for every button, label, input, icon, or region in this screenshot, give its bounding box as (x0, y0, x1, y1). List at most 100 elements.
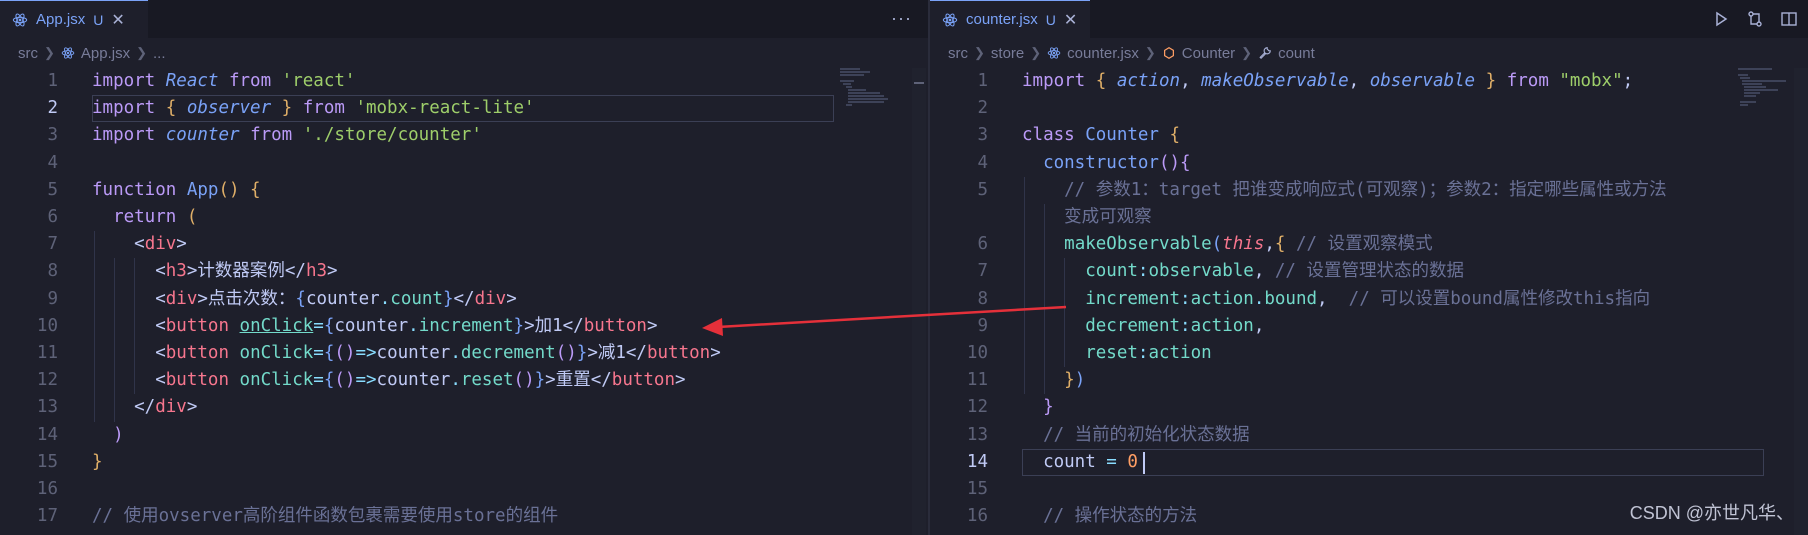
code-token: 变成可观察 (1022, 207, 1152, 227)
code-editor-right[interactable]: 1 import { action, makeObservable, observ… (930, 68, 1808, 535)
code-token: } (513, 315, 525, 336)
breadcrumb-tail[interactable]: ... (153, 45, 166, 62)
code-editor-left[interactable]: 1 import React from 'react' 2 import { obse… (0, 68, 928, 535)
code-token: button (611, 370, 675, 391)
untracked-badge: U (93, 11, 104, 28)
breadcrumb-file[interactable]: counter.jsx (1067, 45, 1139, 62)
code-token: () (555, 343, 577, 363)
minimap-left[interactable] (840, 68, 896, 128)
close-icon[interactable]: ✕ (1064, 10, 1077, 30)
code-token: makeObservable (1064, 234, 1212, 255)
indent-guide (94, 231, 95, 422)
code-token: , (1180, 71, 1202, 91)
tab-label: counter.jsx (966, 11, 1038, 28)
code-token: > (176, 234, 187, 255)
line-number: 16 (966, 506, 988, 527)
react-icon (942, 13, 958, 26)
code-text: decrement:action, (1022, 313, 1264, 340)
code-token: from (1496, 71, 1560, 91)
line-number: 2 (47, 98, 58, 119)
code-token: h3 (305, 261, 328, 282)
code-token: : (1137, 261, 1149, 282)
more-actions-icon[interactable]: ··· (891, 8, 912, 29)
code-text: // 操作状态的方法 (1022, 503, 1197, 530)
code-token: button (583, 315, 647, 336)
code-text: reset:action (1022, 340, 1211, 367)
code-token: div (144, 234, 177, 255)
code-token: () (334, 343, 356, 363)
tab-counter-jsx[interactable]: counter.jsx U ✕ (930, 0, 1090, 38)
split-editor-icon[interactable] (1780, 10, 1798, 28)
code-token: } (1043, 397, 1054, 418)
code-token: , (1317, 288, 1349, 309)
chevron-right-icon: ❯ (136, 45, 148, 60)
code-token: import (92, 71, 166, 91)
code-token: App (186, 179, 219, 200)
code-token: decrement (1085, 315, 1181, 336)
code-text: }) (1022, 367, 1085, 394)
breadcrumb-folder[interactable]: src (18, 45, 38, 62)
breadcrumb-class[interactable]: Counter (1182, 45, 1235, 62)
scrollbar-left[interactable] (912, 68, 926, 535)
code-token: './store/counter' (302, 125, 482, 146)
code-token: constructor (1043, 152, 1159, 173)
code-token: => (355, 343, 377, 363)
line-number: 13 (966, 424, 988, 445)
code-token: action (1190, 288, 1254, 309)
code-text: makeObservable(this,{ // 设置观察模式 (1022, 231, 1432, 258)
line-number: 3 (47, 125, 58, 146)
code-token: = (313, 343, 324, 363)
line-number: 11 (966, 370, 988, 391)
line-number: 12 (966, 397, 988, 418)
breadcrumb-symbol[interactable]: count (1278, 45, 1315, 62)
code-token: () (513, 370, 535, 391)
code-token: { (1274, 234, 1296, 255)
code-text: <div> (92, 231, 187, 258)
minimap-right[interactable] (1738, 68, 1794, 128)
breadcrumb-folder-store[interactable]: store (991, 45, 1024, 62)
tab-app-jsx[interactable]: App.jsx U ✕ (0, 0, 148, 38)
breadcrumb-file[interactable]: App.jsx (81, 45, 130, 62)
code-token: < (92, 288, 166, 309)
code-token: counter (376, 370, 451, 391)
code-token: } (576, 343, 588, 363)
code-token: >重置</ (545, 370, 612, 391)
code-token: increment (1085, 288, 1181, 309)
compare-changes-icon[interactable] (1746, 10, 1764, 28)
scroll-thumb[interactable] (914, 82, 924, 84)
code-token: > (327, 261, 338, 282)
code-token: () (334, 370, 356, 391)
code-text: class Counter { (1022, 122, 1180, 149)
code-token: increment (418, 315, 514, 336)
scrollbar-right[interactable] (1794, 68, 1808, 535)
close-icon[interactable]: ✕ (111, 10, 124, 30)
code-token: counter (305, 288, 380, 309)
chevron-right-icon: ❯ (44, 45, 55, 60)
code-token: div (474, 288, 507, 309)
code-token: } (92, 451, 103, 472)
line-number: 17 (36, 506, 58, 527)
line-number: 9 (977, 315, 988, 336)
line-number: 7 (47, 234, 58, 255)
line-number: 2 (977, 98, 988, 119)
line-number: 8 (977, 288, 988, 309)
code-token: // 操作状态的方法 (1022, 506, 1198, 527)
wrench-icon (1259, 47, 1271, 60)
code-token: > (675, 370, 686, 391)
line-number: 6 (977, 234, 988, 255)
code-token: reset (1085, 343, 1138, 363)
run-icon[interactable] (1712, 10, 1730, 28)
indent-guide (134, 258, 135, 395)
breadcrumb-folder-src[interactable]: src (948, 45, 968, 62)
react-icon (12, 13, 28, 26)
code-token: . (450, 370, 461, 391)
line-number: 13 (36, 397, 58, 418)
code-token: >减1</ (587, 343, 647, 363)
code-token: = (313, 315, 324, 336)
editor-actions (1712, 0, 1808, 38)
tab-bar-left: App.jsx U ✕ ··· (0, 0, 928, 38)
code-text: import React from 'react' (92, 68, 355, 95)
current-line-highlight (1022, 448, 1764, 476)
line-number: 12 (36, 370, 58, 391)
